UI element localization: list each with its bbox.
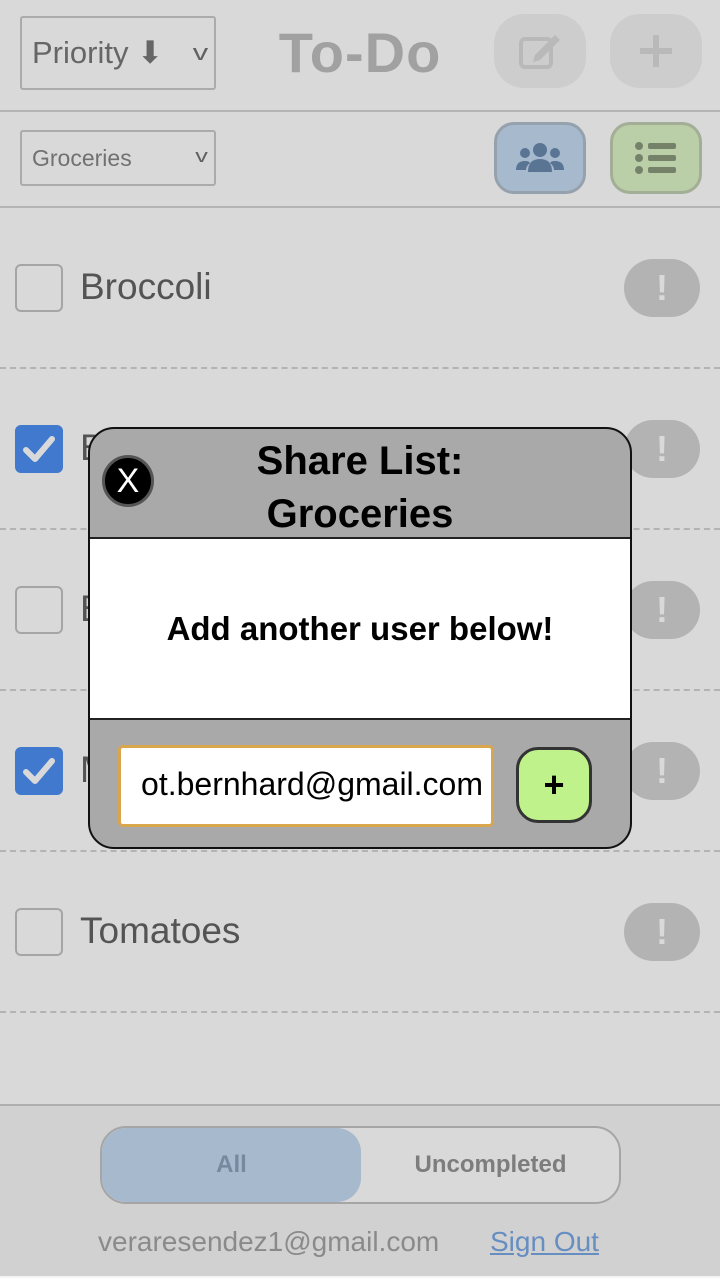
add-user-button[interactable]: + xyxy=(516,747,592,823)
modal-message: Add another user below! xyxy=(166,609,554,647)
modal-body: Add another user below! xyxy=(90,537,630,720)
share-email-input[interactable]: ot.bernhard@gmail.com xyxy=(118,745,494,827)
share-email-value: ot.bernhard@gmail.com xyxy=(141,766,483,802)
share-list-modal: X Share List: Groceries Add another user… xyxy=(88,427,632,849)
close-modal-button[interactable]: X xyxy=(102,455,154,507)
modal-header: X Share List: Groceries xyxy=(90,429,630,537)
modal-title: Share List: Groceries xyxy=(256,439,464,536)
